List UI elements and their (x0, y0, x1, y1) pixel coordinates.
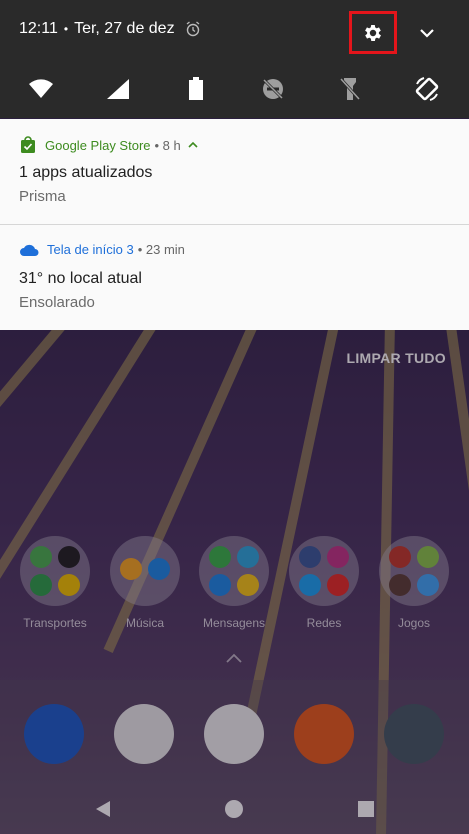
camera-icon[interactable] (384, 704, 444, 764)
quick-settings-panel: 12:11 • Ter, 27 de dez (0, 0, 469, 118)
notification-home-screen[interactable]: Tela de início 3 • 23 min 31° no local a… (0, 225, 469, 330)
auto-rotate-icon (415, 77, 439, 101)
folder-label: Jogos (397, 616, 431, 630)
app-drawer-arrow-icon[interactable] (224, 652, 244, 664)
battery-icon (189, 77, 203, 100)
dnd-tile[interactable] (251, 64, 295, 114)
app-icon (237, 574, 259, 596)
folder-musica[interactable] (110, 536, 180, 606)
quick-tiles (0, 64, 469, 114)
notification-time: • 23 min (137, 242, 185, 257)
home-screen: LIMPAR TUDO Transportes Música Mensagens… (0, 330, 469, 834)
cell-signal-tile[interactable] (96, 64, 140, 114)
facebook-icon (299, 546, 321, 568)
youtube-icon (327, 574, 349, 596)
notification-app-name: Tela de início 3 (47, 242, 134, 257)
folder-transportes[interactable] (20, 536, 90, 606)
play-store-bag-icon (21, 136, 35, 153)
cloud-icon (20, 244, 39, 256)
back-button[interactable] (92, 798, 114, 820)
app-icon (30, 574, 52, 596)
home-icon (225, 800, 243, 818)
folder-label: Redes (306, 616, 342, 630)
notification-header: Tela de início 3 • 23 min (19, 242, 185, 257)
chevron-down-icon (420, 29, 434, 38)
play-music-icon (120, 558, 142, 580)
game-icon (389, 546, 411, 568)
notification-time: • 8 h (154, 137, 181, 153)
chevron-up-icon[interactable] (187, 141, 199, 149)
game-icon (417, 574, 439, 596)
wifi-tile[interactable] (19, 64, 63, 114)
notification-title: 31° no local atual (19, 270, 142, 287)
telegram-icon (237, 546, 259, 568)
game-icon (417, 546, 439, 568)
instagram-icon (327, 546, 349, 568)
notification-text: Ensolarado (19, 294, 95, 311)
notification-title: 1 apps atualizados (19, 164, 153, 181)
settings-button[interactable] (349, 11, 397, 54)
navigation-bar (0, 784, 469, 834)
flashlight-tile[interactable] (328, 64, 372, 114)
auto-rotate-tile[interactable] (405, 64, 449, 114)
wallpaper-stripe (242, 330, 340, 733)
time-date: 12:11 • Ter, 27 de dez (19, 20, 201, 38)
wallpaper-stripe (0, 330, 68, 526)
app-icon (148, 558, 170, 580)
photos-icon[interactable] (114, 704, 174, 764)
folder-redes[interactable] (289, 536, 359, 606)
folder-mensagens[interactable] (199, 536, 269, 606)
home-button[interactable] (223, 798, 245, 820)
cell-signal-icon (107, 79, 129, 99)
folder-label: Transportes (23, 616, 87, 630)
folder-jogos[interactable] (379, 536, 449, 606)
battery-tile[interactable] (174, 64, 218, 114)
wifi-icon (29, 79, 53, 98)
do-not-disturb-off-icon (262, 78, 284, 100)
app-icon (58, 546, 80, 568)
twitter-icon (299, 574, 321, 596)
recents-button[interactable] (355, 798, 377, 820)
back-icon (96, 801, 110, 817)
game-icon (389, 574, 411, 596)
notification-play-store[interactable]: Google Play Store • 8 h 1 apps atualizad… (0, 119, 469, 224)
clock-time: 12:11 (19, 20, 58, 37)
flashlight-off-icon (340, 77, 360, 101)
99-icon (58, 574, 80, 596)
folder-label: Música (125, 616, 164, 630)
expand-button[interactable] (412, 18, 442, 48)
clear-all-button[interactable]: LIMPAR TUDO (347, 350, 446, 366)
status-row: 12:11 • Ter, 27 de dez (0, 0, 469, 60)
gear-icon (365, 24, 381, 41)
firefox-icon[interactable] (294, 704, 354, 764)
messenger-icon (209, 574, 231, 596)
notification-text: Prisma (19, 188, 66, 205)
alarm-icon (186, 21, 199, 37)
notification-header: Google Play Store • 8 h (19, 136, 207, 154)
separator: • (63, 22, 69, 36)
whatsapp-icon (209, 546, 231, 568)
gmail-icon[interactable] (204, 704, 264, 764)
maps-icon (30, 546, 52, 568)
folder-label: Mensagens (202, 616, 266, 630)
date-text[interactable]: Ter, 27 de dez (74, 20, 175, 38)
notification-app-name: Google Play Store (45, 137, 151, 153)
phone-icon[interactable] (24, 704, 84, 764)
recents-icon (358, 801, 374, 817)
